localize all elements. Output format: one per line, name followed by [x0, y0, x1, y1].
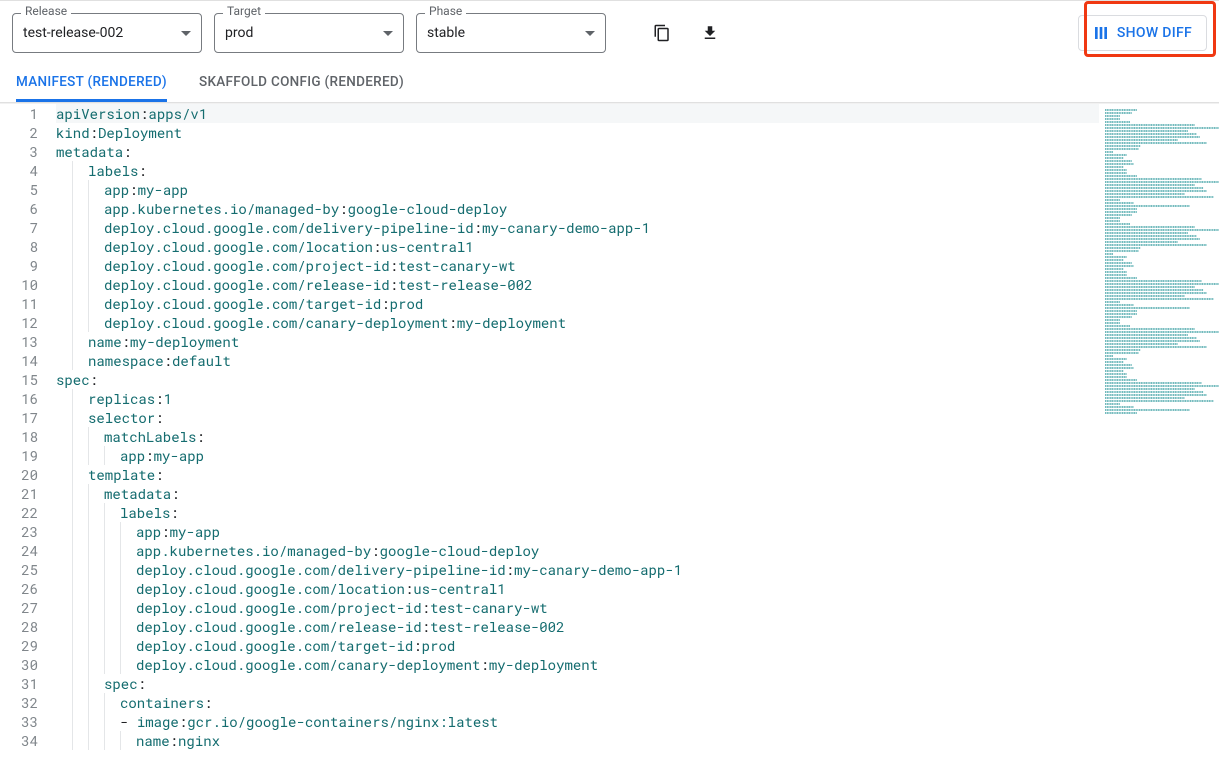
tab-manifest-rendered[interactable]: MANIFEST (RENDERED): [16, 74, 167, 102]
editor: 1234567891011121314151617181920212223242…: [0, 103, 1219, 757]
chevron-down-icon: [383, 31, 393, 36]
chevron-down-icon: [181, 31, 191, 36]
show-diff-label: SHOW DIFF: [1117, 25, 1192, 41]
phase-value: stable: [427, 25, 585, 41]
compare-columns-icon: [1093, 25, 1109, 41]
target-label: Target: [223, 5, 265, 17]
release-value: test-release-002: [23, 25, 181, 41]
chevron-down-icon: [585, 31, 595, 36]
toolbar: Release test-release-002 Target prod Pha…: [0, 0, 1219, 63]
line-gutter: 1234567891011121314151617181920212223242…: [0, 104, 48, 757]
target-value: prod: [225, 25, 383, 41]
phase-label: Phase: [425, 5, 466, 17]
download-icon: [701, 24, 719, 42]
code-area[interactable]: apiVersion: apps/v1kind: Deploymentmetad…: [48, 104, 1099, 757]
release-select[interactable]: Release test-release-002: [12, 13, 202, 53]
minimap[interactable]: ▄▄▄▄▄▄▄▄▄▄▄▄▄▄▄▄▄▄▄▄▄▄▄▄▄▄▄▄▄▄▄▄▄▄▄▄▄▄▄▄…: [1099, 104, 1219, 757]
phase-select[interactable]: Phase stable: [416, 13, 606, 53]
tab-skaffold-config-rendered[interactable]: SKAFFOLD CONFIG (RENDERED): [199, 74, 404, 102]
copy-button[interactable]: [644, 15, 680, 51]
download-button[interactable]: [692, 15, 728, 51]
copy-icon: [653, 24, 671, 42]
target-select[interactable]: Target prod: [214, 13, 404, 53]
code-editor[interactable]: 1234567891011121314151617181920212223242…: [0, 104, 1099, 757]
show-diff-button[interactable]: SHOW DIFF: [1078, 15, 1207, 51]
tabs: MANIFEST (RENDERED) SKAFFOLD CONFIG (REN…: [0, 63, 1219, 103]
release-label: Release: [21, 5, 71, 17]
